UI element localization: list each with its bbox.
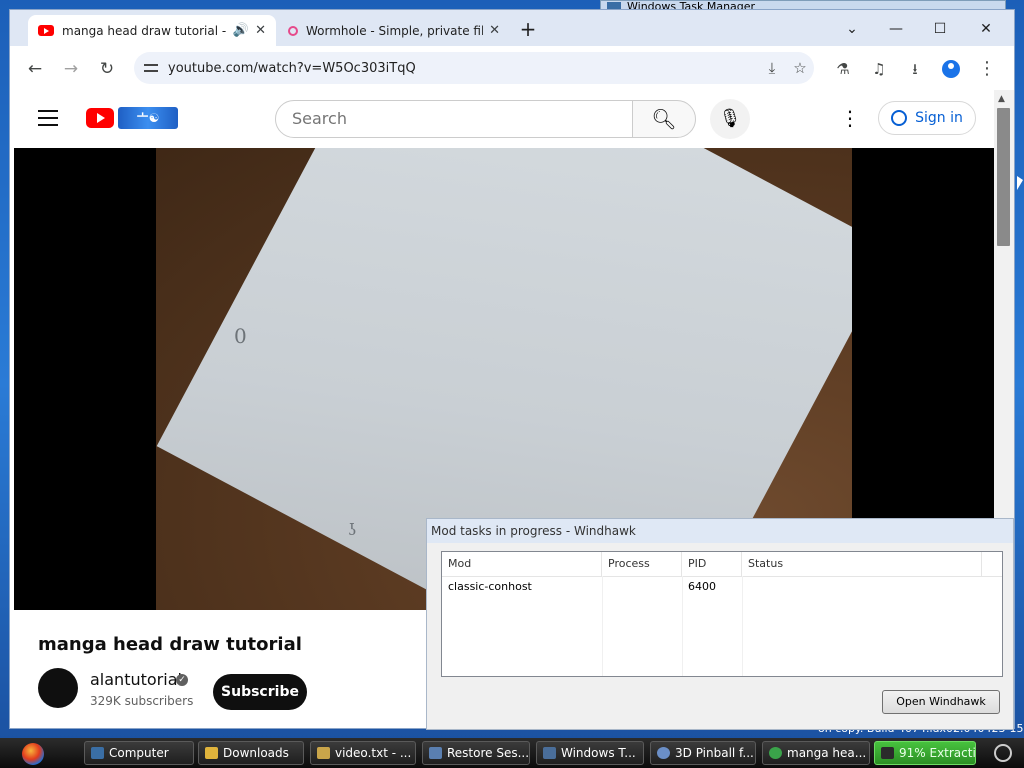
reload-button[interactable]: ↻ bbox=[94, 56, 120, 82]
dialog-title: Mod tasks in progress - Windhawk bbox=[427, 519, 1013, 543]
sign-in-button[interactable]: Sign in bbox=[878, 101, 976, 135]
taskbar-label: manga hea... bbox=[787, 746, 867, 760]
pencil-mark: 0 bbox=[234, 324, 247, 348]
taskbar-label: Computer bbox=[109, 746, 169, 760]
column-header-status[interactable]: Status bbox=[742, 552, 982, 576]
back-button[interactable]: ← bbox=[22, 56, 48, 82]
tab-list-button[interactable]: ⌄ bbox=[832, 18, 872, 40]
column-header-mod[interactable]: Mod bbox=[442, 552, 602, 576]
taskbar-label: video.txt - ... bbox=[335, 746, 412, 760]
wormhole-favicon-icon bbox=[288, 25, 298, 36]
tab-wormhole[interactable]: Wormhole - Simple, private file ✕ bbox=[278, 15, 510, 46]
taskbar-item-pinball[interactable]: 3D Pinball f... bbox=[650, 741, 756, 765]
forward-button[interactable]: → bbox=[58, 56, 84, 82]
taskbar-item-restore-session[interactable]: Restore Ses... bbox=[422, 741, 530, 765]
minimize-button[interactable]: — bbox=[876, 18, 916, 40]
sign-in-label: Sign in bbox=[915, 110, 963, 126]
list-header: Mod Process PID Status bbox=[442, 552, 1002, 577]
microphone-icon[interactable]: 🎙 bbox=[710, 99, 750, 139]
verified-icon: ✓ bbox=[176, 674, 188, 686]
address-bar[interactable]: youtube.com/watch?v=W5Oc303iTqQ ⤓ ☆ bbox=[134, 52, 814, 84]
chrome-icon bbox=[769, 747, 782, 759]
open-windhawk-button[interactable]: Open Windhawk bbox=[882, 690, 1000, 714]
taskbar-label: Windows T... bbox=[561, 746, 636, 760]
column-divider bbox=[742, 576, 743, 676]
site-info-icon[interactable] bbox=[144, 62, 158, 74]
taskbar: Computer Downloads video.txt - ... Resto… bbox=[0, 738, 1024, 768]
taskbar-item-computer[interactable]: Computer bbox=[84, 741, 194, 765]
restore-icon bbox=[429, 747, 442, 759]
taskbar-label: Restore Ses... bbox=[447, 746, 530, 760]
taskbar-item-7zip-extract[interactable]: 91% Extracti... bbox=[874, 741, 976, 765]
taskbar-item-downloads[interactable]: Downloads bbox=[198, 741, 304, 765]
youtube-doodle[interactable]: 〦☯ bbox=[118, 107, 178, 129]
maximize-button[interactable]: ☐ bbox=[920, 18, 960, 40]
subscribe-button[interactable]: Subscribe bbox=[213, 674, 307, 710]
column-divider bbox=[602, 576, 603, 676]
notepad-icon bbox=[317, 747, 330, 759]
taskbar-item-task-manager[interactable]: Windows T... bbox=[536, 741, 644, 765]
column-header-process[interactable]: Process bbox=[602, 552, 682, 576]
row-mod[interactable]: classic-conhost bbox=[442, 580, 532, 593]
taskbar-label: 91% Extracti... bbox=[899, 746, 976, 760]
tray-power-icon[interactable] bbox=[994, 744, 1012, 762]
youtube-favicon-icon bbox=[38, 25, 54, 36]
speaker-icon[interactable]: 🔊 bbox=[233, 23, 249, 38]
close-window-button[interactable]: ✕ bbox=[966, 18, 1006, 40]
pencil-mark: ʖ bbox=[348, 520, 357, 539]
tab-close-icon[interactable]: ✕ bbox=[255, 23, 266, 38]
computer-icon bbox=[91, 747, 104, 759]
row-pid[interactable]: 6400 bbox=[682, 580, 716, 593]
youtube-header: 〦☯ Search 🔍︎ 🎙 ⋮ Sign in bbox=[10, 90, 994, 148]
mouse-cursor-icon bbox=[1017, 176, 1023, 190]
install-icon[interactable]: ⤓ bbox=[758, 59, 786, 77]
mod-list[interactable]: Mod Process PID Status classic-conhost 6… bbox=[441, 551, 1003, 677]
new-tab-button[interactable]: + bbox=[514, 16, 542, 44]
video-title: manga head draw tutorial bbox=[38, 634, 302, 655]
scroll-up-icon[interactable]: ▲ bbox=[998, 94, 1005, 104]
account-icon bbox=[891, 110, 908, 126]
star-icon[interactable]: ☆ bbox=[786, 59, 814, 77]
folder-icon bbox=[205, 747, 218, 759]
tab-title: manga head draw tutorial - bbox=[62, 23, 227, 38]
menu-icon[interactable]: ⋮ bbox=[974, 56, 1000, 82]
tab-title: Wormhole - Simple, private file bbox=[306, 23, 484, 38]
channel-name[interactable]: alantutorial bbox=[90, 670, 182, 689]
download-icon[interactable]: ⭳ bbox=[902, 56, 928, 82]
scrollbar-thumb[interactable] bbox=[997, 108, 1010, 246]
taskbar-item-notepad[interactable]: video.txt - ... bbox=[310, 741, 416, 765]
pinball-icon bbox=[657, 747, 670, 759]
labs-icon[interactable]: ⚗ bbox=[830, 56, 856, 82]
windhawk-dialog: Mod tasks in progress - Windhawk Mod Pro… bbox=[426, 518, 1014, 730]
url-text[interactable]: youtube.com/watch?v=W5Oc303iTqQ bbox=[168, 61, 758, 76]
hamburger-menu-icon[interactable] bbox=[38, 110, 58, 126]
search-icon[interactable]: 🔍︎ bbox=[632, 100, 696, 138]
7zip-icon bbox=[881, 747, 894, 759]
task-manager-icon bbox=[543, 747, 556, 759]
media-icon[interactable]: ♫ bbox=[866, 56, 892, 82]
search-input[interactable]: Search bbox=[275, 100, 633, 138]
column-header-pid[interactable]: PID bbox=[682, 552, 742, 576]
tab-youtube[interactable]: manga head draw tutorial - 🔊 ✕ bbox=[28, 15, 276, 46]
windows-logo-icon bbox=[22, 743, 44, 765]
taskbar-label: Downloads bbox=[223, 746, 289, 760]
taskbar-item-chrome[interactable]: manga hea... bbox=[762, 741, 870, 765]
profile-icon[interactable] bbox=[938, 56, 964, 82]
channel-avatar[interactable] bbox=[38, 668, 78, 708]
youtube-logo-icon[interactable] bbox=[86, 108, 114, 128]
taskbar-label: 3D Pinball f... bbox=[675, 746, 754, 760]
subscriber-count: 329K subscribers bbox=[90, 694, 194, 708]
browser-toolbar: ← → ↻ youtube.com/watch?v=W5Oc303iTqQ ⤓ … bbox=[10, 46, 1014, 90]
tab-close-icon[interactable]: ✕ bbox=[489, 23, 500, 38]
start-button[interactable] bbox=[2, 739, 76, 767]
more-options-icon[interactable]: ⋮ bbox=[838, 106, 862, 130]
tab-strip: manga head draw tutorial - 🔊 ✕ Wormhole … bbox=[10, 10, 1014, 46]
